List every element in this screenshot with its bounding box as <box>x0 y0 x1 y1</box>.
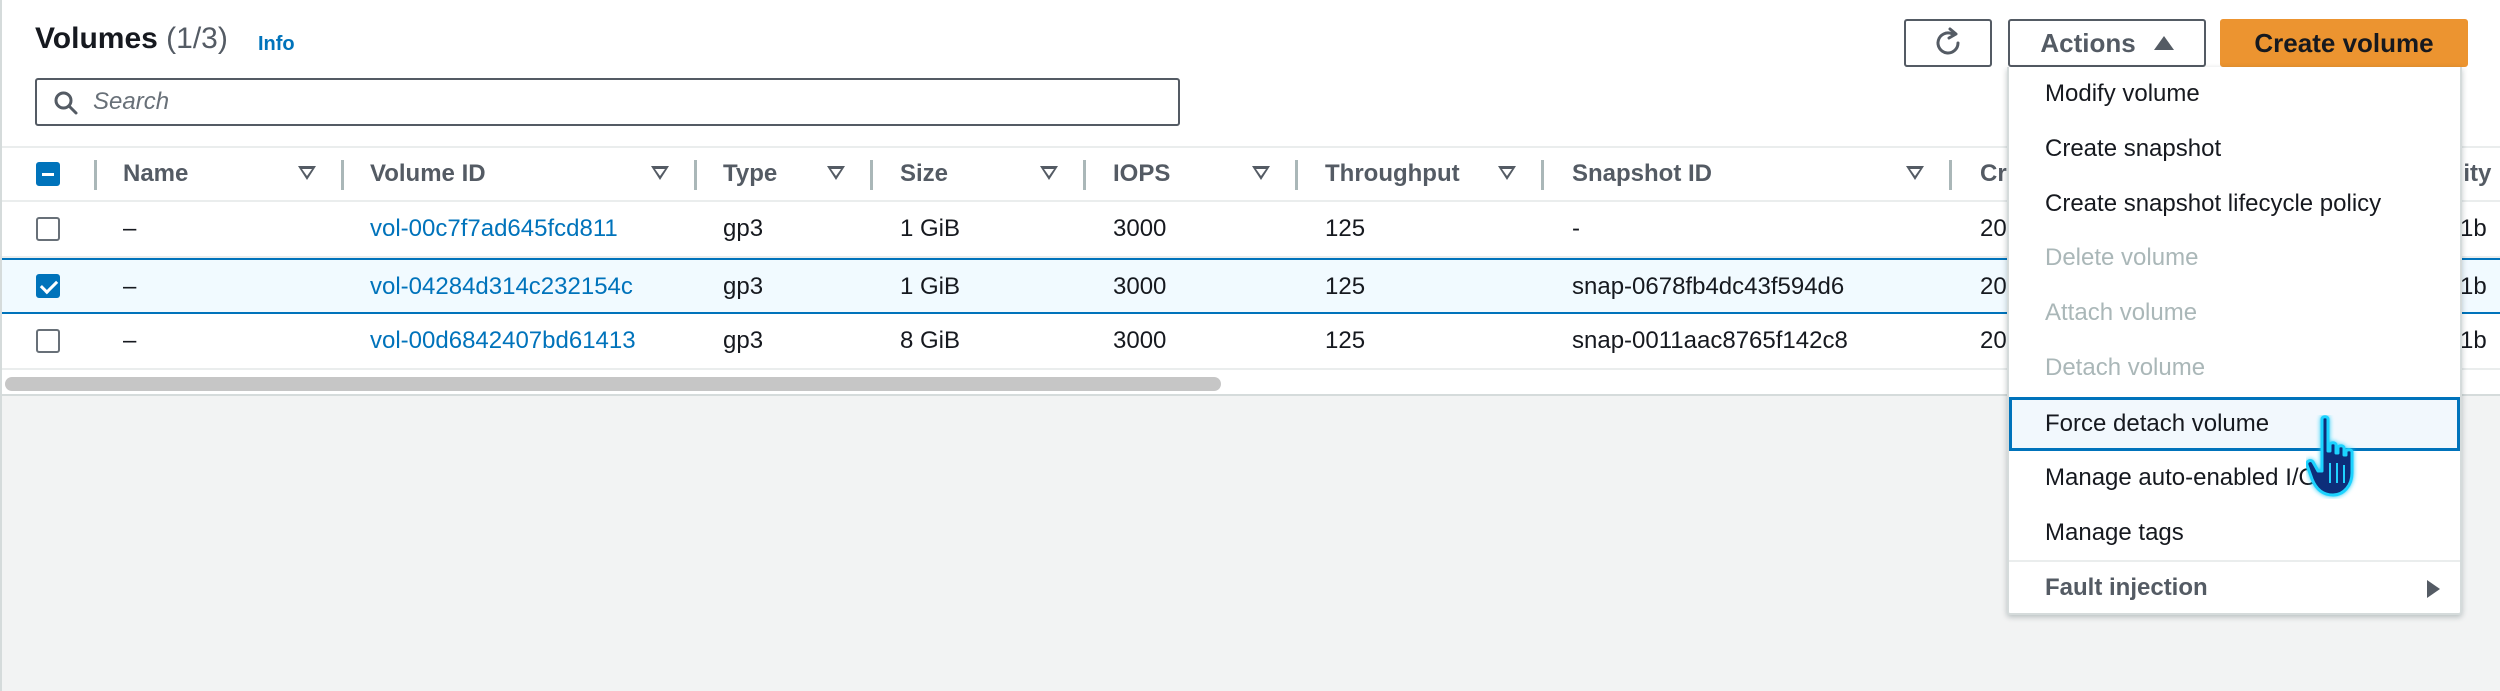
row-checkbox[interactable] <box>36 217 60 241</box>
menu-item-fault-injection[interactable]: Fault injection <box>2009 560 2460 614</box>
create-volume-button-label: Create volume <box>2254 27 2434 58</box>
column-header-name[interactable]: Name <box>123 148 188 200</box>
cell-type: gp3 <box>723 327 764 354</box>
column-header-iops[interactable]: IOPS <box>1113 148 1170 200</box>
column-divider[interactable] <box>694 160 697 190</box>
column-divider[interactable] <box>1541 160 1544 190</box>
cell-snapshot-id: snap-0011aac8765f142c8 <box>1572 327 1848 354</box>
cell-created: 20 <box>1980 215 2007 242</box>
sort-icon[interactable] <box>1040 166 1058 180</box>
menu-item-detach-volume: Detach volume <box>2045 354 2206 381</box>
menu-item-force-detach-volume[interactable]: Force detach volume <box>2009 397 2460 451</box>
cell-type: gp3 <box>723 273 764 300</box>
page-title: Volumes (1/3) <box>35 22 228 56</box>
cell-size: 8 GiB <box>900 327 961 354</box>
column-header-size[interactable]: Size <box>900 148 948 200</box>
column-header-throughput[interactable]: Throughput <box>1325 148 1460 200</box>
row-checkbox-checked[interactable] <box>36 274 60 298</box>
menu-item-create-snapshot[interactable]: Create snapshot <box>2009 122 2460 176</box>
actions-button-label: Actions <box>2040 27 2136 58</box>
search-input[interactable] <box>93 84 1163 120</box>
cell-created: 20 <box>1980 327 2007 354</box>
cell-throughput: 125 <box>1325 215 1366 242</box>
refresh-icon <box>1936 27 1960 55</box>
actions-dropdown-menu: Modify volume Create snapshot Create sna… <box>2007 67 2462 615</box>
row-checkbox[interactable] <box>36 329 60 353</box>
cell-availability-zone: 1b <box>2460 327 2487 354</box>
cell-size: 1 GiB <box>900 273 961 300</box>
cell-iops: 3000 <box>1113 215 1167 242</box>
sort-icon[interactable] <box>298 166 316 180</box>
cell-name: – <box>123 327 137 354</box>
sort-icon[interactable] <box>1498 166 1516 180</box>
column-divider[interactable] <box>1083 160 1086 190</box>
submenu-arrow-icon <box>2427 580 2440 598</box>
column-divider[interactable] <box>94 160 97 190</box>
cell-iops: 3000 <box>1113 327 1167 354</box>
column-header-type[interactable]: Type <box>723 148 777 200</box>
cell-volume-id-link[interactable]: vol-04284d314c232154c <box>370 260 633 314</box>
menu-item-create-snapshot-lifecycle-policy[interactable]: Create snapshot lifecycle policy <box>2009 177 2460 231</box>
column-divider[interactable] <box>1949 160 1952 190</box>
menu-item-fault-injection-label: Fault injection <box>2045 574 2208 601</box>
menu-item-modify-volume[interactable]: Modify volume <box>2009 67 2460 121</box>
select-all-checkbox[interactable] <box>36 162 60 186</box>
horizontal-scrollbar[interactable] <box>5 377 1221 391</box>
hand-cursor-icon <box>2306 415 2354 497</box>
actions-button[interactable]: Actions <box>2008 19 2206 67</box>
cell-volume-id-link[interactable]: vol-00c7f7ad645fcd811 <box>370 202 618 256</box>
cell-name: – <box>123 273 137 300</box>
sort-icon[interactable] <box>1906 166 1924 180</box>
column-divider[interactable] <box>341 160 344 190</box>
cell-availability-zone: 1b <box>2460 273 2487 300</box>
cell-name: – <box>123 215 137 242</box>
selection-count: (1/3) <box>166 22 228 55</box>
column-divider[interactable] <box>870 160 873 190</box>
search-icon <box>54 91 78 115</box>
column-divider[interactable] <box>1295 160 1298 190</box>
cell-type: gp3 <box>723 215 764 242</box>
cell-snapshot-id: - <box>1572 215 1580 242</box>
create-volume-button[interactable]: Create volume <box>2220 19 2468 67</box>
cell-throughput: 125 <box>1325 327 1366 354</box>
cell-availability-zone: 1b <box>2460 215 2487 242</box>
menu-item-delete-volume: Delete volume <box>2045 244 2199 271</box>
sort-icon[interactable] <box>651 166 669 180</box>
cell-volume-id-link[interactable]: vol-00d6842407bd61413 <box>370 314 636 368</box>
refresh-button[interactable] <box>1904 19 1992 67</box>
menu-item-manage-auto-enabled-io[interactable]: Manage auto-enabled I/O <box>2009 451 2460 505</box>
menu-item-attach-volume: Attach volume <box>2045 299 2198 326</box>
cell-iops: 3000 <box>1113 273 1167 300</box>
column-header-volume-id[interactable]: Volume ID <box>370 148 486 200</box>
sort-icon[interactable] <box>827 166 845 180</box>
column-header-snapshot-id[interactable]: Snapshot ID <box>1572 148 1712 200</box>
sort-icon[interactable] <box>1252 166 1270 180</box>
page-title-text: Volumes <box>35 22 158 55</box>
cell-size: 1 GiB <box>900 215 961 242</box>
caret-up-icon <box>2153 36 2174 50</box>
menu-item-manage-tags[interactable]: Manage tags <box>2009 506 2460 560</box>
column-header-created[interactable]: Cr <box>1980 148 2007 200</box>
cell-snapshot-id: snap-0678fb4dc43f594d6 <box>1572 273 1845 300</box>
panel-border <box>0 0 2 691</box>
info-link[interactable]: Info <box>258 33 295 56</box>
cell-throughput: 125 <box>1325 273 1366 300</box>
search-box[interactable] <box>35 78 1180 126</box>
cell-created: 20 <box>1980 273 2007 300</box>
